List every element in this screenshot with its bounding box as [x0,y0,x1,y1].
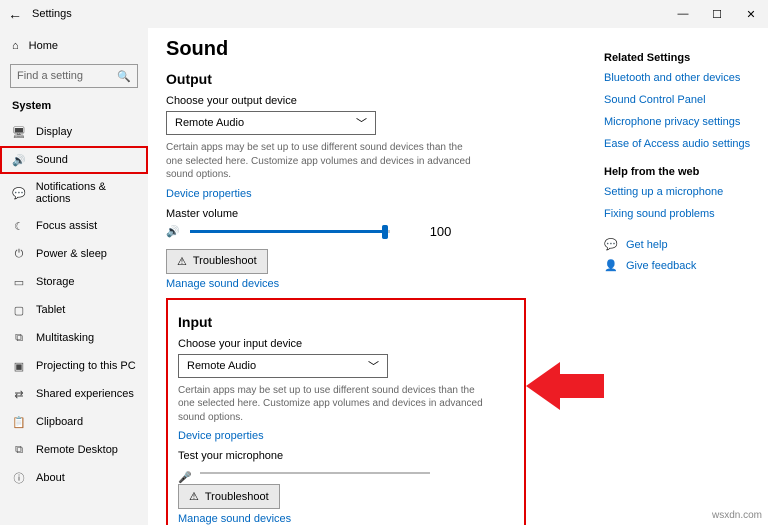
focus-icon: ☾ [12,219,26,233]
sidebar-item-tablet[interactable]: ▢Tablet [0,296,148,324]
page-title: Sound [166,38,586,61]
output-device-select[interactable]: Remote Audio ﹀ [166,111,376,135]
volume-value: 100 [430,224,452,239]
get-help-link[interactable]: 💬 Get help [604,238,758,251]
help-heading: Help from the web [604,166,758,178]
about-icon: ⓘ [12,471,26,485]
sound-icon: 🔊 [12,153,26,167]
input-heading: Input [178,314,514,330]
output-heading: Output [166,71,586,87]
help-icon: 💬 [604,238,618,251]
shared-icon: ⇄ [12,387,26,401]
microphone-icon: 🎤 [178,471,192,484]
power-icon: ⏻ [12,247,26,261]
output-hint: Certain apps may be set up to use differ… [166,141,476,182]
output-manage-link[interactable]: Manage sound devices [166,278,586,290]
warning-icon: ⚠ [177,255,187,268]
give-feedback-link[interactable]: 👤 Give feedback [604,259,758,272]
help-link-mic-setup[interactable]: Setting up a microphone [604,186,758,198]
main-content: Sound Output Choose your output device R… [148,28,604,525]
related-link-bluetooth[interactable]: Bluetooth and other devices [604,72,758,84]
input-device-value: Remote Audio [187,360,256,372]
sidebar-item-multitasking[interactable]: ⧉Multitasking [0,324,148,352]
search-icon: 🔍 [117,70,131,83]
project-icon: ▣ [12,359,26,373]
sidebar-item-shared[interactable]: ⇄Shared experiences [0,380,148,408]
search-placeholder: Find a setting [17,70,83,82]
close-button[interactable]: ✕ [734,0,768,28]
sidebar-item-storage[interactable]: ▭Storage [0,268,148,296]
output-device-value: Remote Audio [175,117,244,129]
home-label: Home [29,40,58,52]
output-device-label: Choose your output device [166,95,586,107]
output-troubleshoot-button[interactable]: ⚠ Troubleshoot [166,249,268,274]
display-icon: 🖥 [12,125,26,139]
home-nav[interactable]: ⌂ Home [0,34,148,58]
warning-icon: ⚠ [189,490,199,503]
minimize-button[interactable]: — [666,0,700,28]
sidebar-item-clipboard[interactable]: 📋Clipboard [0,408,148,436]
clipboard-icon: 📋 [12,415,26,429]
annotation-arrow [526,358,604,414]
back-icon[interactable]: ← [6,6,24,22]
home-icon: ⌂ [12,40,19,52]
sidebar-item-remote-desktop[interactable]: ⧉Remote Desktop [0,436,148,464]
sidebar: ⌂ Home Find a setting 🔍 System 🖥Display … [0,28,148,525]
related-link-sound-control[interactable]: Sound Control Panel [604,94,758,106]
search-input[interactable]: Find a setting 🔍 [10,64,138,88]
sidebar-item-projecting[interactable]: ▣Projecting to this PC [0,352,148,380]
storage-icon: ▭ [12,275,26,289]
volume-slider[interactable] [190,230,390,233]
input-device-label: Choose your input device [178,338,514,350]
multitask-icon: ⧉ [12,331,26,345]
input-device-select[interactable]: Remote Audio ﹀ [178,354,388,378]
window-title: Settings [32,8,72,20]
maximize-button[interactable]: ☐ [700,0,734,28]
sidebar-item-power[interactable]: ⏻Power & sleep [0,240,148,268]
output-device-properties-link[interactable]: Device properties [166,188,586,200]
input-troubleshoot-button[interactable]: ⚠ Troubleshoot [178,484,280,509]
related-link-ease-access[interactable]: Ease of Access audio settings [604,138,758,150]
sidebar-item-focus-assist[interactable]: ☾Focus assist [0,212,148,240]
chevron-down-icon: ﹀ [356,115,367,131]
remote-icon: ⧉ [12,443,26,457]
tablet-icon: ▢ [12,303,26,317]
notifications-icon: 💬 [12,186,26,200]
related-heading: Related Settings [604,52,758,64]
sidebar-item-about[interactable]: ⓘAbout [0,464,148,492]
input-manage-link[interactable]: Manage sound devices [178,513,514,525]
sidebar-item-notifications[interactable]: 💬Notifications & actions [0,174,148,212]
input-section: Input Choose your input device Remote Au… [166,298,526,525]
test-mic-label: Test your microphone [178,450,514,462]
help-link-sound-problems[interactable]: Fixing sound problems [604,208,758,220]
right-panel: Related Settings Bluetooth and other dev… [604,28,768,525]
titlebar: ← Settings — ☐ ✕ [0,0,768,28]
sidebar-item-display[interactable]: 🖥Display [0,118,148,146]
speaker-icon: 🔊 [166,225,180,238]
chevron-down-icon: ﹀ [368,358,379,374]
related-link-mic-privacy[interactable]: Microphone privacy settings [604,116,758,128]
input-hint: Certain apps may be set up to use differ… [178,384,488,425]
input-device-properties-link[interactable]: Device properties [178,430,514,442]
master-volume-label: Master volume [166,208,586,220]
nav-group-header: System [0,94,148,118]
mic-level-bar [200,472,430,474]
feedback-icon: 👤 [604,259,618,272]
watermark: wsxdn.com [712,510,762,521]
sidebar-item-sound[interactable]: 🔊Sound [0,146,148,174]
